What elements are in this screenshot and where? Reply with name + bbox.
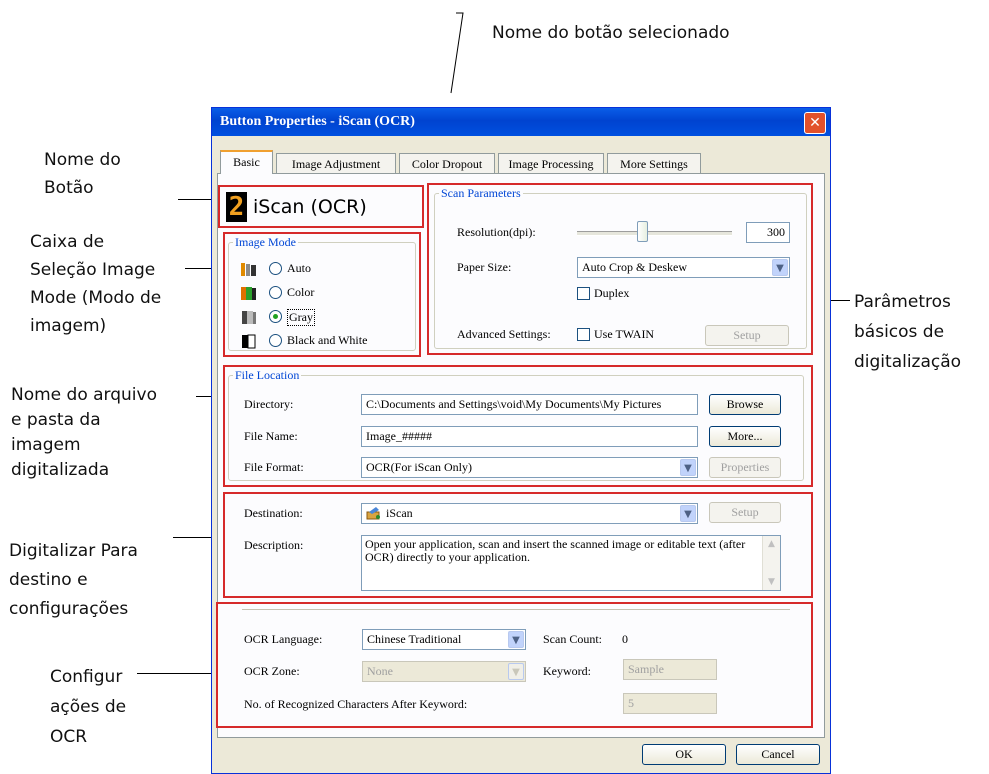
ocr-zone-label: OCR Zone:: [244, 664, 300, 678]
image-mode-color-radio[interactable]: [269, 286, 282, 299]
button-properties-dialog: Button Properties - iScan (OCR) ✕ Basic …: [211, 107, 831, 774]
duplex-checkbox[interactable]: [577, 287, 590, 300]
annotation-ocr-settings: Configur ações de OCR: [50, 667, 127, 747]
file-location-label: File Location: [233, 368, 302, 383]
annotation-scan-parameters: Parâmetros básicos de digitalização: [854, 292, 962, 372]
image-mode-label: Image Mode: [233, 235, 298, 250]
iscan-icon: [366, 507, 380, 520]
recognized-characters-input[interactable]: 5: [623, 693, 717, 714]
dialog-title: Button Properties - iScan (OCR): [220, 114, 415, 129]
chevron-down-icon[interactable]: ▼: [680, 459, 696, 476]
destination-box: Destination: iScan ▼ Setup Description: …: [223, 492, 813, 598]
image-mode-auto-label[interactable]: Auto: [287, 261, 311, 276]
ocr-settings-box: OCR Language: Chinese Traditional ▼ Scan…: [216, 602, 813, 728]
description-scrollbar[interactable]: ▲ ▼: [762, 536, 780, 590]
scroll-down-icon[interactable]: ▼: [763, 574, 780, 590]
tab-image-adjustment[interactable]: Image Adjustment: [276, 153, 396, 173]
image-mode-color-label[interactable]: Color: [287, 285, 314, 300]
black-and-white-mode-icon: [242, 334, 256, 349]
ocr-language-label: OCR Language:: [244, 632, 323, 646]
recognized-characters-label: No. of Recognized Characters After Keywo…: [244, 697, 468, 711]
image-mode-bw-radio[interactable]: [269, 334, 282, 347]
button-name: iScan (OCR): [253, 196, 367, 218]
image-mode-gray-radio[interactable]: [269, 310, 282, 323]
annotation-button-name: Nome do Botão: [44, 150, 121, 198]
tab-image-processing[interactable]: Image Processing: [498, 153, 604, 173]
ocr-language-value: Chinese Traditional: [367, 632, 462, 646]
file-format-label: File Format:: [244, 460, 304, 474]
paper-size-value: Auto Crop & Deskew: [582, 260, 687, 274]
destination-select[interactable]: iScan ▼: [361, 503, 698, 524]
file-name-input[interactable]: Image_#####: [361, 426, 698, 447]
chevron-down-icon[interactable]: ▼: [508, 663, 524, 680]
image-mode-gray-label[interactable]: Gray: [287, 309, 315, 326]
annotation-selected-button-name: Nome do botão selecionado: [492, 23, 730, 43]
ok-button[interactable]: OK: [642, 744, 726, 765]
chevron-down-icon[interactable]: ▼: [680, 505, 696, 522]
dialog-title-bar: Button Properties - iScan (OCR) ✕: [212, 108, 830, 136]
tab-more-settings[interactable]: More Settings: [607, 153, 701, 173]
destination-value: iScan: [386, 506, 413, 520]
annotation-file-folder: Nome do arquivo e pasta da imagem digita…: [11, 385, 157, 480]
file-format-value: OCR(For iScan Only): [366, 460, 472, 474]
chevron-down-icon[interactable]: ▼: [508, 631, 524, 648]
color-mode-icon: [241, 287, 256, 300]
tab-basic[interactable]: Basic: [220, 150, 273, 174]
directory-input[interactable]: C:\Documents and Settings\void\My Docume…: [361, 394, 698, 415]
description-text: Open your application, scan and insert t…: [365, 537, 746, 564]
tab-color-dropout[interactable]: Color Dropout: [399, 153, 495, 173]
scan-parameters-box: Scan Parameters Resolution(dpi): 300 Pap…: [427, 183, 813, 355]
image-mode-auto-radio[interactable]: [269, 262, 282, 275]
file-location-box: File Location Directory: C:\Documents an…: [223, 365, 813, 487]
gray-mode-icon: [242, 311, 256, 324]
keyword-input[interactable]: Sample: [623, 659, 717, 680]
chevron-down-icon[interactable]: ▼: [772, 259, 788, 276]
ocr-zone-select[interactable]: None ▼: [362, 661, 526, 682]
advanced-settings-label: Advanced Settings:: [457, 327, 551, 341]
annotation-ocr-line: [137, 673, 217, 674]
button-number-display: 2: [226, 192, 247, 222]
button-name-box: 2 iScan (OCR): [218, 185, 424, 228]
image-mode-bw-label[interactable]: Black and White: [287, 333, 367, 348]
duplex-label[interactable]: Duplex: [594, 286, 629, 301]
close-icon[interactable]: ✕: [804, 112, 826, 134]
resolution-slider-track: [577, 231, 732, 236]
use-twain-label[interactable]: Use TWAIN: [594, 327, 654, 342]
more-button[interactable]: More...: [709, 426, 781, 447]
image-mode-box: Image Mode Auto Color Gray Black and Whi…: [223, 232, 421, 357]
paper-size-label: Paper Size:: [457, 260, 512, 274]
description-textarea[interactable]: Open your application, scan and insert t…: [361, 535, 781, 591]
ocr-zone-value: None: [367, 664, 393, 678]
properties-button[interactable]: Properties: [709, 457, 781, 478]
paper-size-select[interactable]: Auto Crop & Deskew ▼: [577, 257, 790, 278]
resolution-label: Resolution(dpi):: [457, 225, 536, 239]
resolution-slider[interactable]: [637, 221, 648, 242]
annotation-destination-settings: Digitalizar Para destino e configurações: [9, 541, 138, 619]
keyword-label: Keyword:: [543, 664, 591, 678]
scan-count-label: Scan Count:: [543, 632, 602, 646]
description-label: Description:: [244, 538, 304, 552]
destination-label: Destination:: [244, 506, 303, 520]
file-format-select[interactable]: OCR(For iScan Only) ▼: [361, 457, 698, 478]
file-name-label: File Name:: [244, 429, 298, 443]
auto-mode-icon: [241, 263, 256, 276]
directory-label: Directory:: [244, 397, 294, 411]
resolution-input[interactable]: 300: [746, 222, 790, 243]
destination-setup-button[interactable]: Setup: [709, 502, 781, 523]
ocr-separator: [242, 609, 790, 610]
annotation-image-mode: Caixa de Seleção Image Mode (Modo de ima…: [30, 232, 162, 336]
cancel-button[interactable]: Cancel: [736, 744, 820, 765]
scan-count-value: 0: [622, 632, 628, 646]
browse-button[interactable]: Browse: [709, 394, 781, 415]
ocr-language-select[interactable]: Chinese Traditional ▼: [362, 629, 526, 650]
scroll-up-icon[interactable]: ▲: [763, 536, 780, 552]
use-twain-checkbox[interactable]: [577, 328, 590, 341]
scan-parameters-label: Scan Parameters: [439, 186, 523, 201]
scan-setup-button[interactable]: Setup: [705, 325, 789, 346]
